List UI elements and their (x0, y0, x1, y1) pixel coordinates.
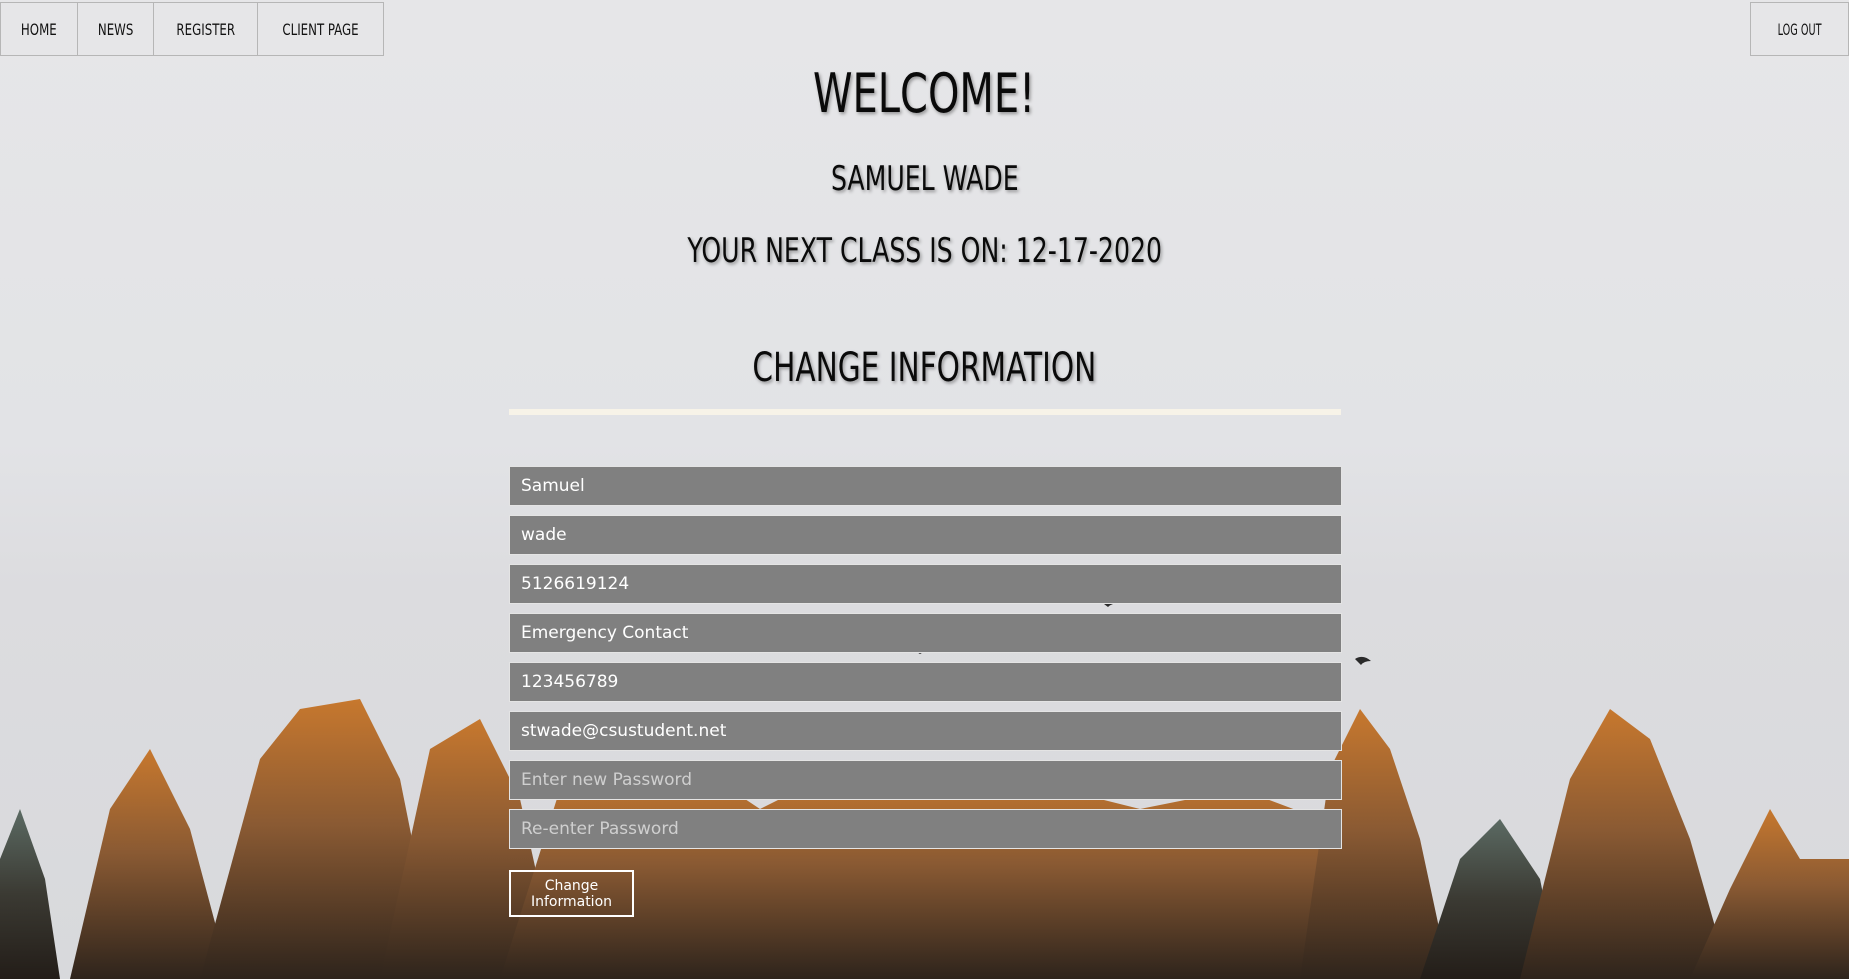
change-information-title-text: CHANGE INFORMATION (752, 345, 1097, 391)
next-class-text: YOUR NEXT CLASS IS ON: 12-17-2020 (687, 231, 1162, 271)
nav-home[interactable]: HOME (1, 3, 78, 55)
emergency-contact-field[interactable] (509, 613, 1342, 653)
new-password-field[interactable] (509, 760, 1342, 800)
user-name-heading: SAMUEL WADE (0, 159, 1849, 199)
change-information-title: CHANGE INFORMATION (0, 345, 1849, 391)
change-information-button[interactable]: Change Information (509, 870, 634, 917)
first-name-field[interactable] (509, 466, 1342, 506)
title-divider (509, 409, 1341, 415)
account-nav: LOG OUT (1749, 2, 1849, 56)
phone-field[interactable] (509, 564, 1342, 604)
main-nav: HOME NEWS REGISTER CLIENT PAGE (0, 2, 385, 56)
last-name-field[interactable] (509, 515, 1342, 555)
nav-client-page[interactable]: CLIENT PAGE (258, 3, 383, 55)
confirm-password-field[interactable] (509, 809, 1342, 849)
logout-button[interactable]: LOG OUT (1760, 3, 1840, 55)
welcome-heading: WELCOME! (0, 62, 1849, 125)
nav-client-page-label: CLIENT PAGE (282, 19, 360, 39)
nav-home-label: HOME (20, 19, 57, 39)
email-field[interactable] (509, 711, 1342, 751)
user-name-text: SAMUEL WADE (830, 159, 1019, 199)
next-class-heading: YOUR NEXT CLASS IS ON: 12-17-2020 (0, 231, 1849, 271)
emergency-phone-field[interactable] (509, 662, 1342, 702)
welcome-text: WELCOME! (813, 62, 1036, 125)
change-information-form (509, 466, 1342, 858)
nav-register[interactable]: REGISTER (154, 3, 259, 55)
nav-register-label: REGISTER (176, 19, 235, 39)
nav-news-label: NEWS (97, 19, 134, 39)
logout-label: LOG OUT (1777, 19, 1822, 39)
nav-news[interactable]: NEWS (78, 3, 154, 55)
